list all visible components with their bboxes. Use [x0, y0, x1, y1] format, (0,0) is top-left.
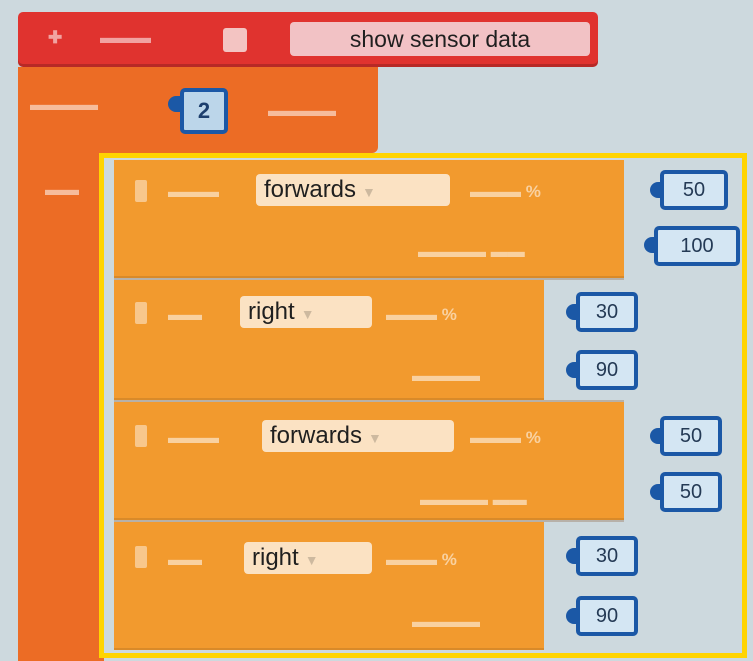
repeat-keyword: ▬▬▬▬ — [30, 95, 98, 114]
repeat-count-input[interactable]: 2 — [180, 88, 228, 134]
start-keyword: ▬▬▬ — [100, 28, 151, 47]
start-block[interactable]: ✚ ▬▬▬ show sensor data — [18, 12, 598, 67]
add-icon: ✚ — [48, 28, 63, 47]
times-keyword: ▬▬▬▬ — [268, 101, 336, 120]
selection-highlight — [99, 153, 747, 658]
comment-field[interactable]: show sensor data — [290, 22, 590, 56]
repeat-block-spine — [18, 150, 104, 661]
checkbox-icon[interactable] — [223, 28, 247, 52]
do-keyword: ▬▬ — [45, 180, 79, 199]
